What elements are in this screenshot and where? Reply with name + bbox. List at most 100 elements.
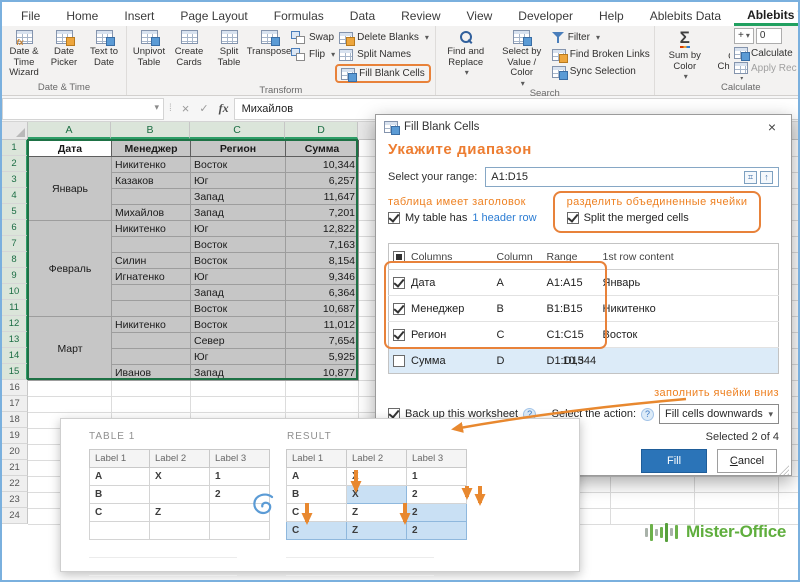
- amount-cell[interactable]: 10,877: [286, 365, 359, 381]
- create-cards-button[interactable]: Create Cards: [169, 26, 209, 68]
- columns-table[interactable]: Columns Column Range 1st row content Дат…: [388, 243, 779, 374]
- data-table[interactable]: ДатаМенеджерРегионСуммаЯнварьНикитенкоВо…: [28, 140, 359, 381]
- column-checkbox[interactable]: [393, 329, 405, 341]
- row-header-7[interactable]: 7: [2, 236, 28, 252]
- row-header-12[interactable]: 12: [2, 316, 28, 332]
- amount-cell[interactable]: 11,647: [286, 189, 359, 205]
- region-cell[interactable]: Север: [191, 333, 286, 349]
- row-header-19[interactable]: 19: [2, 428, 28, 444]
- amount-cell[interactable]: 6,257: [286, 173, 359, 189]
- row-header-10[interactable]: 10: [2, 284, 28, 300]
- manager-cell[interactable]: [112, 333, 191, 349]
- apply-recent-button[interactable]: Apply Rec: [734, 62, 798, 74]
- row-header-2[interactable]: 2: [2, 156, 28, 172]
- sum-by-color-button[interactable]: Σ Sum by Color: [657, 26, 713, 81]
- close-icon[interactable]: [761, 119, 783, 135]
- manager-cell[interactable]: [112, 237, 191, 253]
- amount-cell[interactable]: 12,822: [286, 221, 359, 237]
- column-header-D[interactable]: D: [285, 122, 358, 139]
- row-header-23[interactable]: 23: [2, 492, 28, 508]
- manager-cell[interactable]: [112, 301, 191, 317]
- text-to-date-button[interactable]: Text to Date: [84, 26, 124, 68]
- split-merged-checkbox[interactable]: [567, 212, 579, 224]
- name-box[interactable]: [2, 98, 164, 120]
- row-header-20[interactable]: 20: [2, 444, 28, 460]
- tab-help[interactable]: Help: [586, 5, 637, 26]
- region-cell[interactable]: Юг: [191, 349, 286, 365]
- row-header-24[interactable]: 24: [2, 508, 28, 524]
- tab-view[interactable]: View: [454, 5, 506, 26]
- select-by-value-color-button[interactable]: Select by Value / Color: [494, 26, 550, 88]
- region-cell[interactable]: Восток: [191, 253, 286, 269]
- column-header-B[interactable]: B: [111, 122, 190, 139]
- manager-cell[interactable]: Казаков: [112, 173, 191, 189]
- row-header-13[interactable]: 13: [2, 332, 28, 348]
- tab-ablebits-data[interactable]: Ablebits Data: [637, 5, 734, 26]
- tab-developer[interactable]: Developer: [505, 5, 586, 26]
- confirm-entry-icon[interactable]: [194, 102, 213, 115]
- row-header-1[interactable]: 1: [2, 140, 28, 156]
- calculate-button[interactable]: Calculate: [734, 47, 798, 59]
- amount-cell[interactable]: 7,163: [286, 237, 359, 253]
- table-row[interactable]: ФевральНикитенкоЮг12,822: [29, 221, 359, 237]
- row-header-5[interactable]: 5: [2, 204, 28, 220]
- delete-blanks-button[interactable]: Delete Blanks: [339, 30, 431, 45]
- fill-blank-cells-button[interactable]: Fill Blank Cells: [335, 64, 431, 83]
- column-header-A[interactable]: A: [28, 122, 111, 139]
- manager-cell[interactable]: Никитенко: [112, 157, 191, 173]
- amount-cell[interactable]: 7,201: [286, 205, 359, 221]
- sync-selection-button[interactable]: Sync Selection: [552, 64, 650, 79]
- column-header-C[interactable]: C: [190, 122, 285, 139]
- region-cell[interactable]: Юг: [191, 269, 286, 285]
- row-header-14[interactable]: 14: [2, 348, 28, 364]
- row-header-8[interactable]: 8: [2, 252, 28, 268]
- split-table-button[interactable]: Split Table: [209, 26, 249, 68]
- insert-function-icon[interactable]: fx: [214, 101, 234, 116]
- row-header-4[interactable]: 4: [2, 188, 28, 204]
- column-name-cell[interactable]: Менеджер: [389, 296, 493, 322]
- resize-grip[interactable]: [779, 465, 789, 475]
- region-cell[interactable]: Запад: [191, 365, 286, 381]
- tab-file[interactable]: File: [8, 5, 53, 26]
- header-cell[interactable]: Дата: [29, 141, 112, 157]
- amount-cell[interactable]: 10,344: [286, 157, 359, 173]
- collapse-dialog-icon[interactable]: ↑: [760, 171, 773, 184]
- month-cell[interactable]: Январь: [29, 157, 112, 221]
- table-row[interactable]: МартНикитенкоВосток11,012: [29, 317, 359, 333]
- amount-cell[interactable]: 8,154: [286, 253, 359, 269]
- row-header-3[interactable]: 3: [2, 172, 28, 188]
- manager-cell[interactable]: [112, 285, 191, 301]
- amount-cell[interactable]: 11,012: [286, 317, 359, 333]
- header-cell[interactable]: Сумма: [286, 141, 359, 157]
- column-checkbox[interactable]: [393, 355, 405, 367]
- column-checkbox[interactable]: [393, 277, 405, 289]
- row-header-11[interactable]: 11: [2, 300, 28, 316]
- row-header-17[interactable]: 17: [2, 396, 28, 412]
- amount-cell[interactable]: 7,654: [286, 333, 359, 349]
- cancel-button[interactable]: Cancel: [717, 449, 777, 473]
- region-cell[interactable]: Запад: [191, 189, 286, 205]
- flip-button[interactable]: Flip: [291, 47, 335, 62]
- region-cell[interactable]: Восток: [191, 237, 286, 253]
- date-picker-button[interactable]: Date Picker: [44, 26, 84, 68]
- manager-cell[interactable]: Иванов: [112, 365, 191, 381]
- operator-select[interactable]: +: [734, 28, 754, 44]
- dialog-column-row[interactable]: РегионCC1:C15Восток: [389, 322, 779, 348]
- date-time-wizard-button[interactable]: Date & Time Wizard: [4, 26, 44, 79]
- action-dropdown[interactable]: Fill cells downwards: [659, 404, 779, 424]
- find-replace-button[interactable]: Find and Replace: [438, 26, 494, 77]
- range-input[interactable]: A1:D15 ⌗ ↑: [485, 167, 779, 187]
- header-cell[interactable]: Регион: [191, 141, 286, 157]
- row-header-22[interactable]: 22: [2, 476, 28, 492]
- table-row[interactable]: ЯнварьНикитенкоВосток10,344: [29, 157, 359, 173]
- find-broken-links-button[interactable]: Find Broken Links: [552, 47, 650, 62]
- tab-formulas[interactable]: Formulas: [261, 5, 337, 26]
- amount-cell[interactable]: 5,925: [286, 349, 359, 365]
- tab-review[interactable]: Review: [388, 5, 453, 26]
- dialog-column-row[interactable]: СуммаDD1:D1510,344: [389, 348, 779, 374]
- filter-button[interactable]: Filter: [552, 30, 650, 45]
- row-header-15[interactable]: 15: [2, 364, 28, 380]
- month-cell[interactable]: Февраль: [29, 221, 112, 317]
- dialog-column-row[interactable]: ДатаAA1:A15Январь: [389, 270, 779, 296]
- region-cell[interactable]: Восток: [191, 317, 286, 333]
